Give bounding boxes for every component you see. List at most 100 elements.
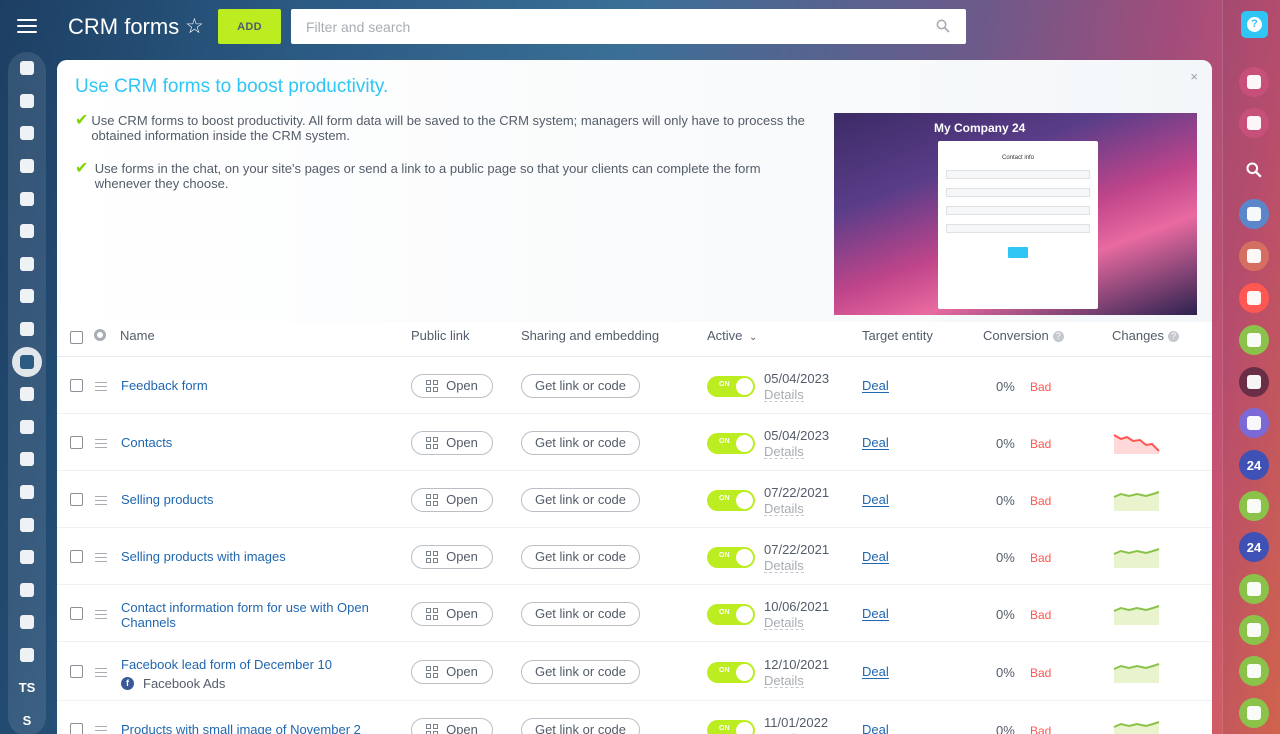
left-nav-tasks-icon[interactable] <box>8 313 46 346</box>
gear-icon[interactable] <box>94 329 106 341</box>
open-public-link-button[interactable]: Open <box>411 487 493 512</box>
user-avatar-icon[interactable] <box>1239 325 1269 355</box>
drag-handle-icon[interactable] <box>95 667 107 680</box>
get-link-or-code-button[interactable]: Get link or code <box>521 373 640 398</box>
form-name-link[interactable]: Feedback form <box>121 378 391 393</box>
add-button[interactable]: ADD <box>218 9 281 44</box>
form-name-link[interactable]: Contact information form for use with Op… <box>121 600 391 630</box>
left-nav-crm-icon[interactable] <box>8 345 46 378</box>
close-icon[interactable]: × <box>1190 69 1198 84</box>
group-chat-icon[interactable] <box>1239 408 1269 438</box>
group-avatar-icon-1[interactable] <box>1239 574 1269 604</box>
help-icon[interactable]: ? <box>1168 331 1180 342</box>
search-icon[interactable] <box>936 19 950 33</box>
bitrix24-chat-icon-2[interactable]: 24 <box>1239 532 1269 562</box>
active-toggle[interactable]: ON <box>707 719 755 734</box>
select-all-checkbox[interactable] <box>70 331 83 344</box>
form-name-link[interactable]: Products with small image of November 2 <box>121 722 391 734</box>
left-nav-robot-icon[interactable] <box>8 541 46 574</box>
target-entity-link[interactable]: Deal <box>862 436 889 450</box>
group-avatar-icon-2[interactable] <box>1239 615 1269 645</box>
row-checkbox[interactable] <box>70 606 83 620</box>
lock-chat-icon[interactable] <box>1239 283 1269 313</box>
target-entity-link[interactable]: Deal <box>862 493 889 507</box>
drag-handle-icon[interactable] <box>95 552 107 565</box>
target-entity-link[interactable]: Deal <box>862 723 889 734</box>
left-nav-feed-icon[interactable] <box>8 85 46 118</box>
details-link[interactable]: Details <box>764 502 804 516</box>
get-link-or-code-button[interactable]: Get link or code <box>521 659 640 684</box>
get-link-or-code-button[interactable]: Get link or code <box>521 601 640 626</box>
left-nav-automation-icon[interactable] <box>8 606 46 639</box>
group-avatar-icon-4[interactable] <box>1239 698 1269 728</box>
favorite-star-icon[interactable]: ☆ <box>185 15 204 39</box>
drag-handle-icon[interactable] <box>95 381 107 394</box>
target-entity-link[interactable]: Deal <box>862 550 889 564</box>
drag-handle-icon[interactable] <box>95 725 107 734</box>
target-entity-link[interactable]: Deal <box>862 665 889 679</box>
details-link[interactable]: Details <box>764 674 804 688</box>
details-link[interactable]: Details <box>764 445 804 459</box>
left-nav-ts[interactable]: TS <box>8 671 46 704</box>
target-entity-link[interactable]: Deal <box>862 607 889 621</box>
details-link[interactable]: Details <box>764 616 804 630</box>
row-checkbox[interactable] <box>70 492 83 506</box>
open-public-link-button[interactable]: Open <box>411 544 493 569</box>
get-link-or-code-button[interactable]: Get link or code <box>521 717 640 734</box>
left-nav-marketing-icon[interactable] <box>8 411 46 444</box>
open-public-link-button[interactable]: Open <box>411 430 493 455</box>
active-toggle[interactable]: ON <box>707 432 755 454</box>
active-toggle[interactable]: ON <box>707 661 755 683</box>
column-active[interactable]: Active ⌄ <box>707 322 757 357</box>
left-nav-box-icon[interactable] <box>8 574 46 607</box>
left-nav-devops-icon[interactable] <box>8 639 46 672</box>
row-checkbox[interactable] <box>70 722 83 734</box>
active-toggle[interactable]: ON <box>707 546 755 568</box>
row-checkbox[interactable] <box>70 435 83 449</box>
lock-green-chat-icon[interactable] <box>1239 491 1269 521</box>
open-public-link-button[interactable]: Open <box>411 601 493 626</box>
help-button[interactable]: ? <box>1241 11 1268 38</box>
drag-handle-icon[interactable] <box>95 438 107 451</box>
messenger-chat-icon[interactable] <box>1239 108 1269 138</box>
get-link-or-code-button[interactable]: Get link or code <box>521 544 640 569</box>
left-nav-inbox-icon[interactable] <box>8 215 46 248</box>
left-nav-s[interactable]: S <box>8 704 46 734</box>
search-input[interactable] <box>306 18 906 35</box>
filter-search-box[interactable] <box>291 9 966 44</box>
active-toggle[interactable]: ON <box>707 603 755 625</box>
get-link-or-code-button[interactable]: Get link or code <box>521 487 640 512</box>
open-public-link-button[interactable]: Open <box>411 373 493 398</box>
get-link-or-code-button[interactable]: Get link or code <box>521 430 640 455</box>
left-nav-chat-icon[interactable] <box>8 117 46 150</box>
notifications-bell-icon[interactable] <box>1239 67 1269 97</box>
form-name-link[interactable]: Contacts <box>121 435 391 450</box>
left-nav-groups-icon[interactable] <box>8 280 46 313</box>
user-photo-avatar-icon[interactable] <box>1239 367 1269 397</box>
open-public-link-button[interactable]: Open <box>411 659 493 684</box>
left-nav-shop-icon[interactable] <box>8 443 46 476</box>
left-nav-sites-icon[interactable] <box>8 52 46 85</box>
drag-handle-icon[interactable] <box>95 609 107 622</box>
active-toggle[interactable]: ON <box>707 489 755 511</box>
form-name-link[interactable]: Facebook lead form of December 10 <box>121 657 391 672</box>
bitrix24-chat-icon[interactable]: 24 <box>1239 450 1269 480</box>
row-checkbox[interactable] <box>70 549 83 563</box>
details-link[interactable]: Details <box>764 388 804 402</box>
help-icon[interactable]: ? <box>1052 331 1064 342</box>
calendar-chat-icon[interactable] <box>1239 199 1269 229</box>
form-name-link[interactable]: Selling products <box>121 492 391 507</box>
left-nav-contact-card-icon[interactable] <box>8 508 46 541</box>
row-checkbox[interactable] <box>70 664 83 678</box>
open-public-link-button[interactable]: Open <box>411 717 493 734</box>
left-nav-calendar-icon[interactable] <box>8 150 46 183</box>
search-icon[interactable] <box>1239 155 1269 185</box>
row-checkbox[interactable] <box>70 378 83 392</box>
column-name[interactable]: Name <box>120 322 155 357</box>
active-toggle[interactable]: ON <box>707 375 755 397</box>
form-name-link[interactable]: Selling products with images <box>121 549 391 564</box>
left-nav-sign-icon[interactable] <box>8 476 46 509</box>
left-nav-docs-icon[interactable] <box>8 182 46 215</box>
left-nav-mail-icon[interactable] <box>8 248 46 281</box>
details-link[interactable]: Details <box>764 559 804 573</box>
